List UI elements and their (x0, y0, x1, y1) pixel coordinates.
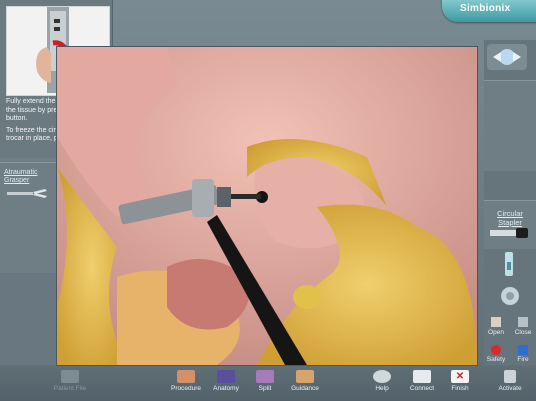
connect-label: Connect (409, 385, 435, 392)
patient-file-button[interactable]: Patient File (50, 370, 90, 392)
camera-control[interactable] (487, 44, 527, 70)
logo-text: Simbionix (460, 3, 511, 14)
open-icon (491, 317, 501, 327)
open-button[interactable]: Open (484, 316, 508, 336)
fire-button[interactable]: Fire (511, 345, 535, 363)
camera-icon (493, 49, 521, 65)
circular-stapler-icon (490, 228, 528, 238)
procedure-icon (177, 370, 195, 383)
grasper-icon (7, 189, 47, 198)
anatomy-button[interactable]: Anatomy (206, 370, 246, 392)
connect-icon (413, 370, 431, 383)
anatomy-icon (217, 370, 235, 383)
open-label: Open (488, 329, 504, 336)
guidance-button[interactable]: Guidance (285, 370, 325, 392)
surgical-viewport[interactable] (56, 46, 478, 366)
activate-button[interactable]: Activate (490, 370, 530, 392)
split-icon (256, 370, 274, 383)
finish-icon: ✕ (451, 370, 469, 383)
split-button[interactable]: Split (245, 370, 285, 392)
finish-button[interactable]: ✕ Finish (440, 370, 480, 392)
right-slot-upper (484, 80, 536, 171)
close-label: Close (514, 329, 532, 336)
close-icon (518, 317, 528, 327)
finish-label: Finish (451, 385, 469, 392)
safety-icon (491, 345, 501, 355)
activate-label: Activate (498, 385, 522, 392)
safety-button[interactable]: Safety (484, 345, 508, 363)
help-button[interactable]: Help (362, 370, 402, 392)
knob-control[interactable] (498, 286, 522, 307)
help-label: Help (375, 385, 389, 392)
left-tool-label: Atraumatic Grasper (4, 169, 38, 184)
trocar-gauge-icon (505, 252, 513, 276)
connect-button[interactable]: Connect (402, 370, 442, 392)
guidance-label: Guidance (291, 385, 319, 392)
fire-icon (518, 345, 528, 355)
trocar-indicator (497, 252, 521, 277)
fire-label: Fire (517, 356, 529, 363)
split-label: Split (258, 385, 272, 392)
left-lower-panel (0, 275, 56, 365)
procedure-label: Procedure (171, 385, 201, 392)
anatomy-label: Anatomy (213, 385, 239, 392)
folder-icon (61, 370, 79, 383)
safety-label: Safety (486, 356, 506, 363)
bottom-toolbar: Patient File Procedure Anatomy Split Gui… (0, 366, 536, 401)
knob-icon (501, 287, 519, 305)
brand-logo: Simbionix (442, 0, 536, 22)
left-tool-slot[interactable]: Atraumatic Grasper (0, 162, 56, 273)
guidance-icon (296, 370, 314, 383)
patient-file-label: Patient File (53, 385, 87, 392)
close-button[interactable]: Close (511, 316, 535, 336)
activate-icon (504, 370, 516, 383)
procedure-button[interactable]: Procedure (166, 370, 206, 392)
help-icon (373, 370, 391, 383)
